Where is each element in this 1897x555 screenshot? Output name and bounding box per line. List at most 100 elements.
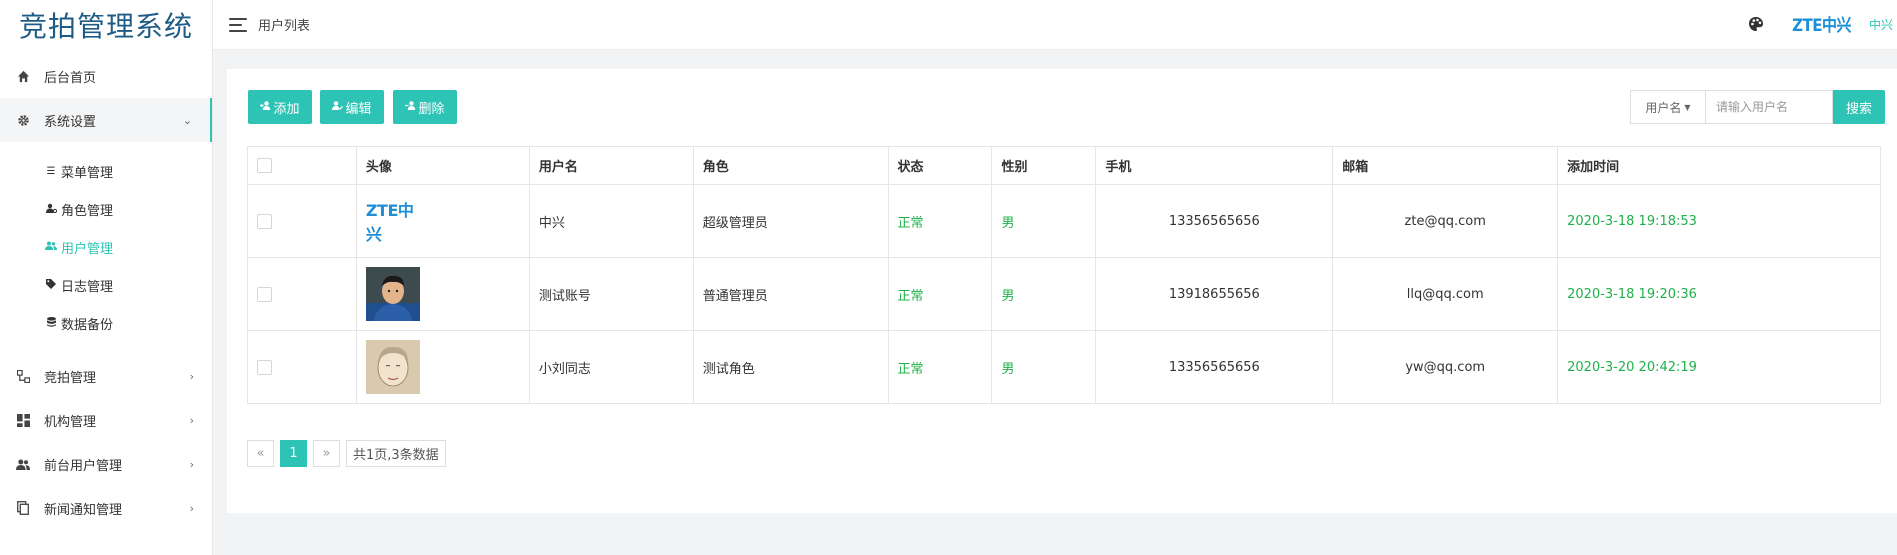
role-cell: 超级管理员: [692, 184, 889, 258]
avatar-cell: ZTE中兴: [355, 184, 530, 258]
gender-cell: 男: [991, 257, 1097, 331]
phone-cell: 13918655656: [1095, 257, 1334, 331]
delete-button[interactable]: 删除: [393, 90, 457, 124]
status-cell: 正常: [887, 257, 993, 331]
sidebar-item-system-settings[interactable]: 系统设置 ⌄: [0, 98, 212, 142]
user-remove-icon: [405, 101, 416, 113]
list-icon: ☰: [46, 165, 56, 177]
palette-icon[interactable]: [1748, 16, 1766, 34]
table-header-row: 头像 用户名 角色 状态 性别 手机 邮箱 添加时间: [247, 146, 1881, 185]
pagination-summary: 共1页,3条数据: [346, 440, 446, 467]
sidebar-item-role-management[interactable]: 角色管理: [0, 190, 212, 228]
tag-icon: [45, 278, 57, 292]
edit-button[interactable]: 编辑: [320, 90, 384, 124]
avatar: ZTE中兴: [365, 201, 414, 244]
row-select-cell: [247, 330, 357, 404]
add-button[interactable]: 添加: [248, 90, 312, 124]
zte-logo: ZTE中兴: [1792, 14, 1851, 36]
sidebar-item-label: 菜单管理: [61, 165, 114, 181]
current-user-name[interactable]: 中兴: [1869, 16, 1893, 33]
sidebar-item-org-management[interactable]: 机构管理 ›: [0, 398, 212, 442]
header-right: ZTE中兴 中兴: [1748, 14, 1897, 35]
phone-cell: 13356565656: [1095, 184, 1334, 258]
user-list-panel: 添加 编辑 删除 用户名 ▼ 搜索: [227, 69, 1897, 513]
chevron-right-icon: ›: [189, 501, 194, 515]
menu-toggle-icon[interactable]: [229, 17, 247, 32]
page-1-button[interactable]: 1: [280, 440, 307, 467]
status-cell: 正常: [887, 184, 993, 258]
row-checkbox[interactable]: [257, 286, 272, 302]
email-cell: llq@qq.com: [1332, 257, 1559, 331]
added-time-cell: 2020-3-18 19:18:53: [1557, 184, 1881, 258]
avatar: [365, 340, 420, 394]
sidebar-item-data-backup[interactable]: 数据备份: [0, 304, 212, 342]
sidebar-item-label: 竞拍管理: [44, 370, 97, 386]
dashboard-icon: [16, 413, 30, 427]
row-checkbox[interactable]: [257, 213, 272, 229]
user-plus-icon: [260, 101, 271, 113]
column-header: 邮箱: [1332, 146, 1559, 185]
search-button[interactable]: 搜索: [1833, 90, 1885, 124]
chevron-right-icon: ›: [189, 457, 194, 471]
user-edit-icon: [332, 101, 344, 113]
column-header: 添加时间: [1557, 146, 1881, 185]
table-row[interactable]: ZTE中兴 中兴 超级管理员 正常 男 13356565656 zte@qq.c…: [247, 184, 1881, 258]
sidebar-item-home[interactable]: 后台首页: [0, 54, 212, 98]
search-field-select[interactable]: 用户名 ▼: [1630, 90, 1705, 124]
email-cell: zte@qq.com: [1332, 184, 1559, 258]
added-time-cell: 2020-3-20 20:42:19: [1557, 330, 1881, 404]
column-header: 性别: [991, 146, 1097, 185]
app-root: 竞拍管理系统 后台首页 系统设置 ⌄ ☰ 菜单管理 角色管理 用户管理 日志管理…: [0, 0, 1897, 555]
sidebar-item-frontend-users[interactable]: 前台用户管理 ›: [0, 442, 212, 486]
sitemap-icon: [16, 369, 30, 383]
prev-page-button[interactable]: «: [247, 440, 274, 467]
table-row[interactable]: 小刘同志 测试角色 正常 男 13356565656 yw@qq.com 202…: [247, 330, 1881, 404]
chevron-right-icon: ›: [189, 369, 194, 383]
sidebar-item-label: 机构管理: [44, 414, 97, 430]
sidebar-item-label: 数据备份: [61, 317, 114, 333]
gender-cell: 男: [991, 330, 1097, 404]
delete-button-label: 删除: [418, 101, 445, 117]
sidebar: 竞拍管理系统 后台首页 系统设置 ⌄ ☰ 菜单管理 角色管理 用户管理 日志管理…: [0, 0, 213, 555]
sidebar-item-log-management[interactable]: 日志管理: [0, 266, 212, 304]
search-input[interactable]: [1705, 90, 1833, 124]
sidebar-item-menu-management[interactable]: ☰ 菜单管理: [0, 152, 212, 190]
chevron-down-icon: ⌄: [182, 113, 192, 127]
column-header: 手机: [1095, 146, 1334, 185]
gear-icon: [16, 113, 30, 127]
app-title: 竞拍管理系统: [18, 10, 193, 43]
search-field-label: 用户名: [1645, 100, 1682, 115]
gender-cell: 男: [991, 184, 1097, 258]
added-time-cell: 2020-3-18 19:20:36: [1557, 257, 1881, 331]
username-cell: 测试账号: [528, 257, 694, 331]
database-icon: [45, 316, 57, 330]
email-cell: yw@qq.com: [1332, 330, 1559, 404]
role-cell: 测试角色: [692, 330, 889, 404]
caret-down-icon: ▼: [1684, 102, 1691, 112]
next-page-button[interactable]: »: [313, 440, 340, 467]
users-icon: [16, 457, 30, 471]
sidebar-item-label: 前台用户管理: [44, 458, 123, 474]
select-all-checkbox[interactable]: [257, 158, 272, 173]
status-cell: 正常: [887, 330, 993, 404]
copy-icon: [16, 501, 30, 515]
system-submenu: ☰ 菜单管理 角色管理 用户管理 日志管理 数据备份: [0, 142, 212, 354]
sidebar-item-label: 日志管理: [61, 279, 114, 295]
row-checkbox[interactable]: [257, 359, 272, 375]
table-row[interactable]: 测试账号 普通管理员 正常 男 13918655656 llq@qq.com 2…: [247, 257, 1881, 331]
sidebar-item-user-management[interactable]: 用户管理: [0, 228, 212, 266]
sidebar-item-label: 角色管理: [61, 203, 114, 219]
sidebar-item-label: 新闻通知管理: [44, 502, 123, 518]
column-header: 角色: [692, 146, 889, 185]
sidebar-item-label: 用户管理: [61, 241, 114, 257]
search-bar: 用户名 ▼ 搜索: [1630, 90, 1885, 124]
row-select-cell: [247, 257, 357, 331]
pagination: « 1 » 共1页,3条数据: [247, 440, 446, 467]
column-header: 状态: [887, 146, 993, 185]
home-icon: [16, 69, 30, 83]
column-header: 用户名: [528, 146, 694, 185]
sidebar-item-news-management[interactable]: 新闻通知管理 ›: [0, 486, 212, 530]
sidebar-item-auction-management[interactable]: 竞拍管理 ›: [0, 354, 212, 398]
username-cell: 中兴: [528, 184, 694, 258]
edit-button-label: 编辑: [345, 101, 372, 117]
